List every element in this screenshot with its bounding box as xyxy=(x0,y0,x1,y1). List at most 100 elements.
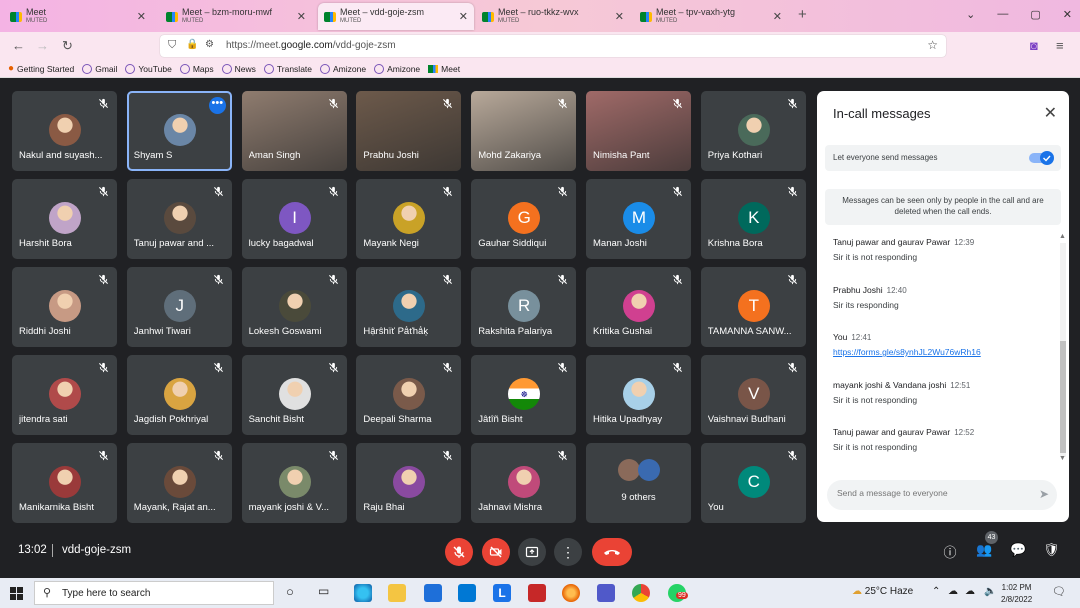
bookmark-star-icon[interactable]: ☆ xyxy=(927,38,938,52)
participant-tile[interactable]: Jagdish Pokhriyal xyxy=(126,355,232,435)
browser-tab-1[interactable]: Meet – bzm-moru-mwf MUTED ✕ xyxy=(160,3,312,30)
participant-tile[interactable]: Nimisha Pant xyxy=(586,91,691,171)
people-icon[interactable]: 👥 xyxy=(976,542,992,558)
participant-tile[interactable]: Harshit Bora xyxy=(12,179,117,259)
bookmark-translate[interactable]: Translate xyxy=(263,63,312,74)
camera-toggle-button[interactable] xyxy=(482,538,510,566)
shield-icon[interactable]: ⛉ xyxy=(168,39,176,52)
menu-icon[interactable]: ≡ xyxy=(1056,38,1064,53)
pocket-icon[interactable]: ◙ xyxy=(1030,38,1038,53)
volume-icon[interactable]: 🔈 xyxy=(984,586,996,597)
participant-tile[interactable]: ☸ Jâtîñ Bisht xyxy=(471,355,577,435)
maximize-icon[interactable]: ▢ xyxy=(1030,8,1040,21)
participant-tile[interactable]: Mohd Zakariya xyxy=(471,91,577,171)
forward-icon[interactable]: → xyxy=(36,38,49,53)
file-explorer-icon[interactable] xyxy=(388,584,406,602)
bookmark-maps[interactable]: Maps xyxy=(179,63,214,74)
send-icon[interactable]: ➤ xyxy=(1039,487,1049,501)
task-view-icon[interactable]: ▭ xyxy=(318,584,336,602)
cortana-icon[interactable]: ○ xyxy=(286,584,304,602)
store-icon[interactable] xyxy=(424,584,442,602)
participant-tile[interactable]: Lokesh Goswami xyxy=(241,267,347,347)
notifications-icon[interactable]: 🗨 xyxy=(1052,585,1066,598)
permissions-icon[interactable]: ⚙ xyxy=(205,39,214,50)
leave-call-button[interactable] xyxy=(592,538,632,566)
participant-tile[interactable]: Mayank Negi xyxy=(356,179,462,259)
close-tab-icon[interactable]: ✕ xyxy=(297,10,306,23)
participant-tile[interactable]: Aman Singh xyxy=(241,91,347,171)
back-icon[interactable]: ← xyxy=(12,38,25,53)
participant-tile[interactable]: Hậrŝhïť Pǻťhǻķ xyxy=(356,267,462,347)
bookmark-news[interactable]: News xyxy=(221,63,256,74)
mcafee-icon[interactable] xyxy=(528,584,546,602)
participant-tile[interactable]: T TAMANNA SANW... xyxy=(700,267,806,347)
participant-tile[interactable]: Ilucky bagadwal xyxy=(241,179,347,259)
bookmark-gmail[interactable]: Gmail xyxy=(82,63,117,74)
browser-tab-0[interactable]: Meet MUTED ✕ xyxy=(4,3,152,30)
participant-tile[interactable]: Jahnavi Mishra xyxy=(471,443,577,523)
participant-tile[interactable]: G Gauhar Siddiqui xyxy=(471,179,577,259)
participant-tile[interactable]: Raju Bhai xyxy=(356,443,462,523)
participant-tile[interactable]: V Vaishnavi Budhani xyxy=(700,355,806,435)
close-tab-icon[interactable]: ✕ xyxy=(773,10,782,23)
bookmark-meet[interactable]: Meet xyxy=(428,64,460,74)
message-scrollbar[interactable]: ▲ ▼ xyxy=(1059,233,1066,463)
address-bar[interactable]: ⛉ 🔒 ⚙ https://meet.google.com/vdd-goje-z… xyxy=(160,35,946,57)
participant-tile[interactable]: Prabhu Joshi xyxy=(356,91,462,171)
window-close-icon[interactable]: ✕ xyxy=(1063,8,1072,21)
bookmark-amizone[interactable]: Amizone xyxy=(320,63,366,74)
onedrive-icon[interactable]: ☁ xyxy=(965,586,975,597)
participant-tile[interactable]: Priya Kothari xyxy=(700,91,806,171)
chrome-icon[interactable] xyxy=(632,584,650,602)
participant-tile[interactable]: mayank joshi & V... xyxy=(241,443,347,523)
send-permission-toggle[interactable] xyxy=(1029,151,1055,165)
more-options-button[interactable]: ⋮ xyxy=(554,538,582,566)
participant-tile[interactable]: M Manan Joshi xyxy=(586,179,691,259)
mail-icon[interactable] xyxy=(458,584,476,602)
tab-list-icon[interactable]: ⌄ xyxy=(966,8,975,21)
participant-tile[interactable]: Mayank, Rajat an... xyxy=(126,443,232,523)
bookmark-amizone-2[interactable]: Amizone xyxy=(374,63,420,74)
host-controls-icon[interactable]: 🛡 xyxy=(1043,542,1060,558)
participant-tile[interactable]: K Krishna Bora xyxy=(700,179,806,259)
participant-tile[interactable]: Hitika Upadhyay xyxy=(586,355,691,435)
participant-tile[interactable]: C You xyxy=(700,443,806,523)
tray-overflow-icon[interactable]: ⌃ xyxy=(932,586,940,597)
present-screen-button[interactable] xyxy=(518,538,546,566)
microphone-toggle-button[interactable] xyxy=(445,538,473,566)
participant-tile[interactable]: Shyam S ••• xyxy=(126,91,232,171)
participant-tile[interactable]: R Rakshita Palariya xyxy=(471,267,577,347)
participant-tile[interactable]: Manikarnika Bisht xyxy=(12,443,117,523)
new-tab-button[interactable]: + xyxy=(798,6,807,23)
more-options-icon[interactable]: ••• xyxy=(208,97,226,114)
participant-tile[interactable]: Deepali Sharma xyxy=(356,355,462,435)
chat-icon[interactable]: 💬 xyxy=(1010,542,1026,558)
teams-icon[interactable] xyxy=(597,584,615,602)
minimize-icon[interactable]: — xyxy=(997,8,1008,21)
participant-tile[interactable]: jitendra sati xyxy=(12,355,117,435)
participant-tile[interactable]: Nakul and suyash... xyxy=(12,91,117,171)
close-tab-icon[interactable]: ✕ xyxy=(615,10,624,23)
participant-tile[interactable]: Kritika Gushai xyxy=(586,267,691,347)
reload-icon[interactable]: ↻ xyxy=(62,38,73,54)
system-clock[interactable]: 1:02 PM 2/8/2022 xyxy=(1001,582,1032,606)
weather-widget[interactable]: ☁ 25°C Haze xyxy=(852,586,913,597)
taskbar-search[interactable]: ⚲ Type here to search xyxy=(34,581,274,605)
lock-icon[interactable]: 🔒 xyxy=(186,39,198,50)
network-icon[interactable]: ☁ xyxy=(948,586,958,597)
launcher-l-icon[interactable]: L xyxy=(493,584,511,602)
bookmark-youtube[interactable]: YouTube xyxy=(125,63,172,74)
message-link[interactable]: https://forms.gle/s8ynhJL2Wu76wRh16 xyxy=(833,347,981,357)
firefox-taskbar-icon[interactable] xyxy=(562,584,580,602)
browser-tab-4[interactable]: Meet – tpv-vaxh-ytg MUTED ✕ xyxy=(634,3,788,30)
close-tab-icon[interactable]: ✕ xyxy=(459,10,468,23)
participant-tile[interactable]: Tanuj pawar and ... xyxy=(126,179,232,259)
participant-tile[interactable]: Riddhi Joshi xyxy=(12,267,117,347)
participant-tile[interactable]: J Janhwi Tiwari xyxy=(126,267,232,347)
browser-tab-active[interactable]: Meet – vdd-goje-zsm MUTED ✕ xyxy=(318,3,474,30)
close-icon[interactable]: ✕ xyxy=(1044,103,1057,123)
close-tab-icon[interactable]: ✕ xyxy=(137,10,146,23)
browser-tab-3[interactable]: Meet – ruo-tkkz-wvx MUTED ✕ xyxy=(476,3,630,30)
windows-start-icon[interactable] xyxy=(10,587,23,600)
bookmark-getting-started[interactable]: ● Getting Started xyxy=(8,63,74,74)
